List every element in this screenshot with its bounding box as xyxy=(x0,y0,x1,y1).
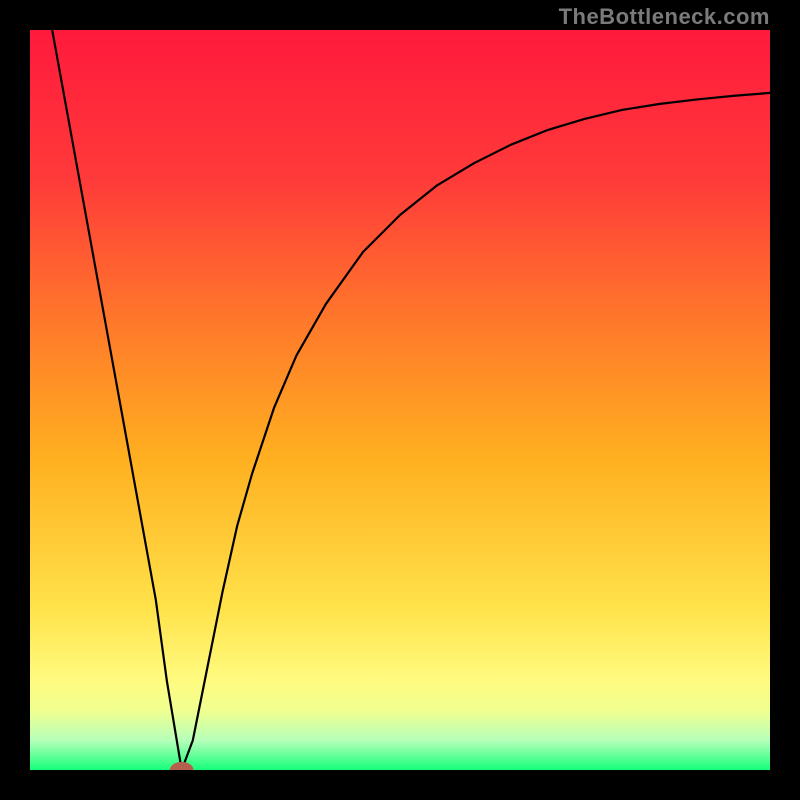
plot-area xyxy=(30,30,770,770)
watermark-label: TheBottleneck.com xyxy=(559,4,770,30)
chart-canvas xyxy=(30,30,770,770)
background-gradient xyxy=(30,30,770,770)
chart-frame: TheBottleneck.com xyxy=(0,0,800,800)
